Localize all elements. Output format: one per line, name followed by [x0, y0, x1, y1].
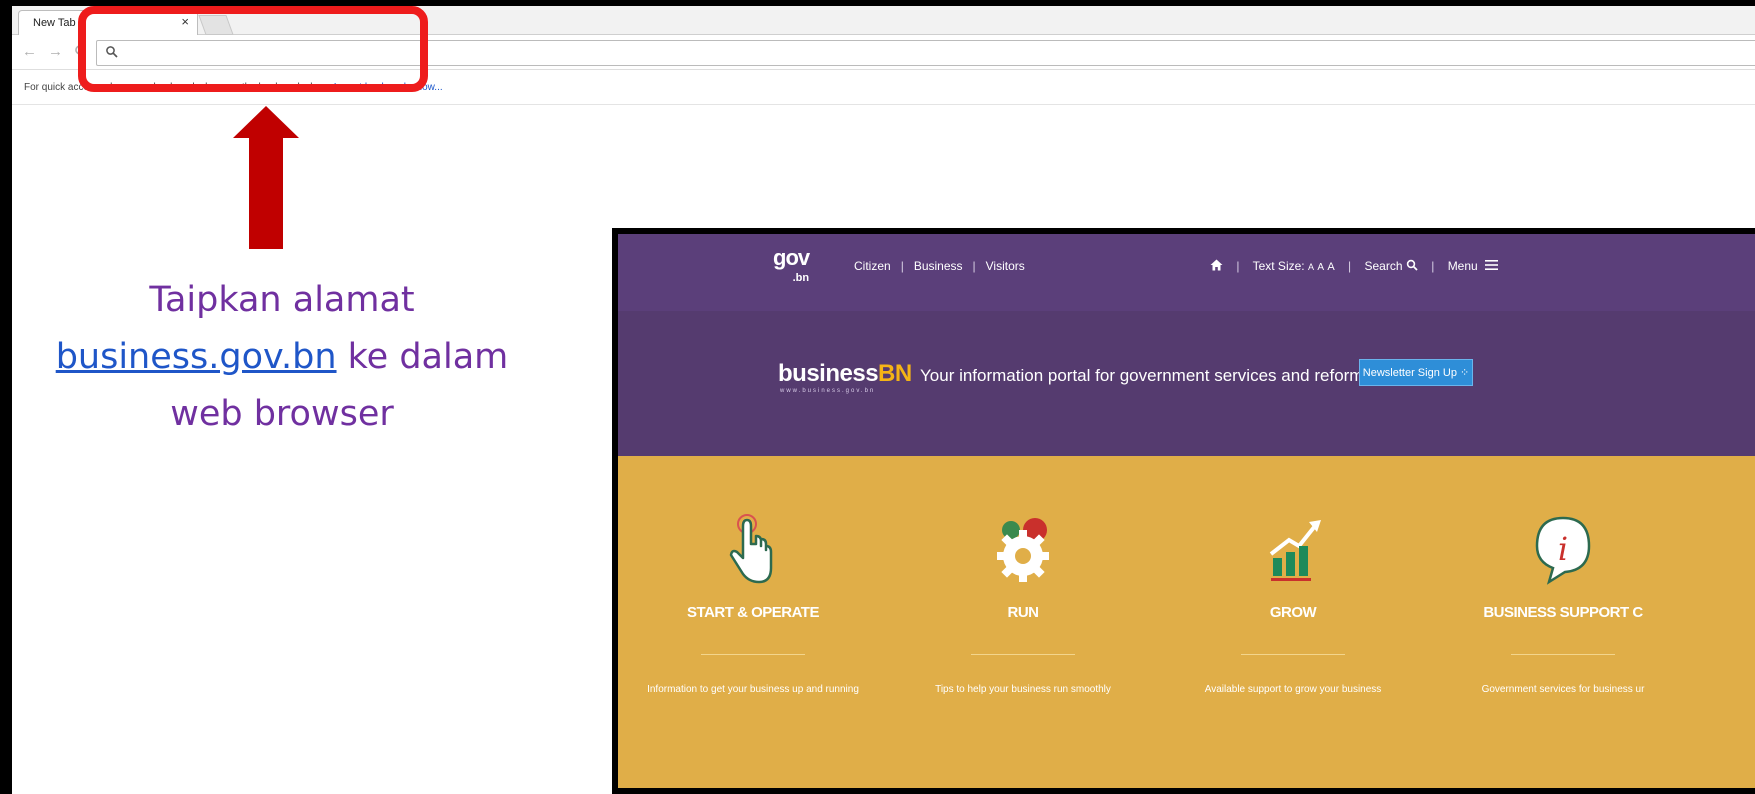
hamburger-menu-icon[interactable] — [1485, 259, 1499, 271]
home-icon[interactable] — [1210, 259, 1223, 271]
gears-icon — [997, 518, 1049, 582]
text-size-label: Text Size: — [1252, 259, 1305, 273]
site-hero: businessBN www.business.gov.bn Your info… — [618, 311, 1755, 456]
search-icon[interactable] — [1406, 259, 1418, 271]
tile-title: BUSINESS SUPPORT C — [1483, 604, 1643, 621]
growth-chart-icon — [1269, 520, 1321, 581]
text-size-medium[interactable]: A — [1317, 262, 1324, 273]
tab-title: New Tab — [33, 17, 76, 29]
instruction-line-3: web browser — [170, 394, 394, 434]
tile-divider — [1511, 654, 1615, 655]
nav-visitors[interactable]: Visitors — [986, 259, 1025, 273]
site-tagline: Your information portal for government s… — [920, 366, 1377, 385]
arrow-up-icon — [233, 106, 299, 138]
tile-grow[interactable]: GROW Available support to grow your busi… — [1158, 456, 1428, 788]
site-nav-bar: gov .bn Citizen | Business | Visitors | Text … — [618, 234, 1755, 311]
tile-business-support[interactable]: i BUSINESS SUPPORT C Government services… — [1428, 456, 1698, 788]
spinner-icon: ⁘ — [1460, 367, 1470, 379]
gov-bn-logo[interactable]: gov .bn — [773, 247, 810, 288]
tile-title: GROW — [1269, 604, 1317, 621]
text-size-small[interactable]: A — [1308, 262, 1314, 272]
address-bar-highlight — [78, 6, 428, 92]
business-url-link[interactable]: business.gov.bn — [56, 337, 337, 377]
nav-business[interactable]: Business — [914, 259, 963, 273]
tile-divider — [1241, 654, 1345, 655]
arrow-shaft — [249, 137, 283, 249]
business-bn-logo[interactable]: businessBN — [778, 360, 912, 388]
site-search-link[interactable]: Search — [1365, 259, 1403, 273]
site-nav-links: Citizen | Business | Visitors — [854, 259, 1025, 273]
instruction-line-1: Taipkan alamat — [149, 280, 415, 320]
site-menu-link[interactable]: Menu — [1448, 259, 1478, 273]
info-bubble-icon: i — [1535, 516, 1591, 585]
instruction-text: Taipkan alamat business.gov.bn ke dalam … — [22, 272, 542, 443]
nav-citizen[interactable]: Citizen — [854, 259, 891, 273]
tile-start-operate[interactable]: START & OPERATE Information to get your … — [618, 456, 888, 788]
text-size-large[interactable]: A — [1327, 261, 1334, 273]
tile-description: Information to get your business up and … — [647, 684, 859, 695]
newsletter-signup-button[interactable]: Newsletter Sign Up ⁘ — [1359, 359, 1473, 386]
tile-description: Tips to help your business run smoothly — [935, 684, 1111, 695]
tile-divider — [701, 654, 805, 655]
website-preview: gov .bn Citizen | Business | Visitors | Text … — [612, 228, 1755, 794]
tile-title: START & OPERATE — [687, 604, 819, 621]
hand-pointer-icon — [729, 514, 773, 584]
tile-divider — [971, 654, 1075, 655]
browser-window: New Tab × ← → For quick access, place yo… — [12, 6, 1755, 794]
back-arrow-icon[interactable]: ← — [22, 43, 37, 60]
tile-run[interactable]: RUN Tips to help your business run smoot… — [888, 456, 1158, 788]
tile-description: Government services for business ur — [1481, 684, 1645, 695]
site-nav-tools: | Text Size: A A A | Search | Menu — [1210, 259, 1499, 273]
forward-arrow-icon[interactable]: → — [48, 43, 63, 60]
business-bn-url: www.business.gov.bn — [780, 388, 876, 394]
tile-title: RUN — [1007, 604, 1040, 621]
svg-text:i: i — [1558, 530, 1568, 568]
instruction-line-2: ke dalam — [336, 337, 509, 377]
tile-description: Available support to grow your business — [1204, 684, 1382, 695]
